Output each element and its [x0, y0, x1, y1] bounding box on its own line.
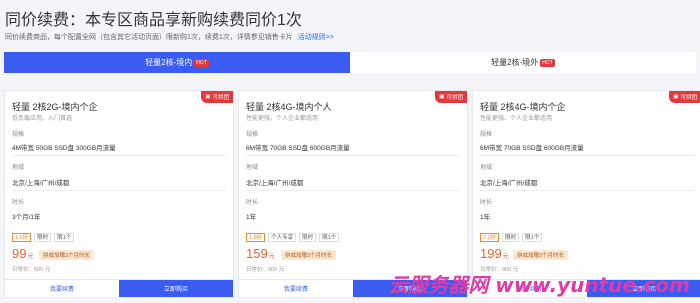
product-card: ▣ 可拼团 轻量 2核4G-境内个企 性能更强，个人企业都适用 规格 6M带宽 …: [472, 90, 700, 298]
region-label: 地域: [12, 165, 25, 171]
group-buy-badge: ▣ 可拼团: [669, 91, 700, 103]
discount-tag: 1.8折: [246, 233, 266, 242]
tab-domestic[interactable]: 轻量2核-境内 HOT: [4, 52, 350, 73]
region-value: 北京/上海/广州/成都: [12, 180, 70, 187]
region-value: 北京/上海/广州/成都: [480, 180, 538, 187]
buy-button[interactable]: 立即购买: [119, 280, 233, 297]
region-label: 地域: [480, 165, 493, 171]
page-title: 同价续费：本专区商品享新购续费同价1次: [5, 12, 302, 29]
group-buy-label: 可拼团: [212, 95, 229, 101]
duration-label: 时长: [246, 200, 259, 206]
hot-badge: HOT: [194, 58, 209, 67]
promo-badge: 拼成加赠3个月时长: [281, 250, 337, 260]
tag: 限1个: [319, 233, 340, 242]
tag: 限1个: [54, 233, 75, 242]
divider: [12, 190, 226, 191]
tag-list: 2.2折 限时 限1个: [480, 233, 545, 242]
tab-label: 轻量2核-境外: [491, 58, 539, 67]
product-card: ▣ 可拼团 轻量 2核4G-境内个人 性能更强，个人企业都适用 规格 6M带宽 …: [238, 90, 468, 298]
price-unit: 元: [27, 254, 34, 260]
price-unit: 元: [268, 254, 275, 260]
discount-tag: 2.2折: [480, 233, 500, 242]
card-actions: 我要续费 立即购买: [5, 279, 233, 297]
group-buy-label: 可拼团: [446, 95, 463, 101]
tag-list: 1.6折 限时 限1个: [12, 233, 77, 242]
product-desc: 性能更强，个人企业都适用: [480, 116, 553, 122]
spec-value: 4M带宽 50GB SSD盘 300GB月流量: [12, 145, 116, 152]
price: 159元: [246, 246, 275, 261]
region-tabs: 轻量2核-境内 HOT 轻量2核-境外 HOT: [4, 52, 696, 73]
original-price: 日常价：600 元: [12, 267, 51, 273]
price-unit: 元: [502, 254, 509, 260]
tag: 个人专享: [268, 233, 297, 242]
spec-value: 6M带宽 70GB SSD盘 600GB月流量: [246, 145, 350, 152]
price: 99元: [12, 246, 33, 261]
renew-button[interactable]: 我要续费: [5, 280, 119, 297]
divider: [480, 190, 694, 191]
tag-list: 1.8折 个人专享 限时 限1个: [246, 233, 342, 242]
duration-value[interactable]: 1年: [246, 211, 256, 221]
price-value: 159: [246, 246, 268, 261]
rules-link[interactable]: 活动规则>>: [298, 34, 334, 41]
spec-label: 规格: [12, 132, 25, 138]
product-card: ▣ 可拼团 轻量 2核2G-境内个企 低负载应用，入门首选 规格 4M带宽 50…: [4, 90, 234, 298]
tag: 限1个: [522, 233, 543, 242]
region-value: 北京/上海/广州/成都: [246, 180, 304, 187]
tag: 限时: [34, 233, 52, 242]
tag: 限时: [502, 233, 520, 242]
price: 199元: [480, 246, 509, 261]
hot-badge: HOT: [540, 58, 555, 67]
tab-label: 轻量2核-境内: [145, 58, 193, 67]
price-value: 199: [480, 246, 502, 261]
spec-value: 6M带宽 70GB SSD盘 600GB月流量: [480, 145, 584, 152]
group-buy-badge: ▣ 可拼团: [201, 91, 233, 103]
group-buy-label: 可拼团: [680, 95, 697, 101]
duration-label: 时长: [12, 200, 25, 206]
promo-badge: 拼成加赠3个月时长: [39, 250, 95, 260]
product-name: 轻量 2核4G-境内个企: [480, 102, 566, 112]
original-price: 日常价：900 元: [246, 267, 285, 273]
promo-badge: 拼成加赠3个月时长: [513, 250, 569, 260]
product-desc: 性能更强，个人企业都适用: [246, 116, 319, 122]
renew-button[interactable]: 我要续费: [239, 280, 353, 297]
duration-value[interactable]: 3个月/1年: [12, 211, 41, 221]
duration-label: 时长: [480, 200, 493, 206]
tab-overseas[interactable]: 轻量2核-境外 HOT: [350, 52, 696, 73]
group-buy-badge: ▣ 可拼团: [435, 91, 467, 103]
price-value: 99: [12, 246, 27, 261]
subtitle-text: 同价续费商品，每个配置全网（包含其它活动页面）限新购1次，续费1次，详情参见销售…: [5, 34, 293, 41]
product-name: 轻量 2核2G-境内个企: [12, 102, 98, 112]
discount-tag: 1.6折: [12, 233, 32, 242]
spec-label: 规格: [246, 132, 259, 138]
cart-icon: ▣: [439, 94, 445, 100]
cart-icon: ▣: [673, 94, 679, 100]
divider: [480, 155, 694, 156]
site-watermark: 云服务器网 www.yuntue.com: [388, 273, 690, 297]
product-name: 轻量 2核4G-境内个人: [246, 102, 332, 112]
region-label: 地域: [246, 165, 259, 171]
product-desc: 低负载应用，入门首选: [12, 116, 73, 122]
duration-value[interactable]: 1年: [480, 211, 490, 221]
divider: [246, 190, 460, 191]
spec-label: 规格: [480, 132, 493, 138]
cart-icon: ▣: [205, 94, 211, 100]
page-subtitle: 同价续费商品，每个配置全网（包含其它活动页面）限新购1次，续费1次，详情参见销售…: [5, 32, 334, 42]
tag: 限时: [299, 233, 317, 242]
divider: [246, 155, 460, 156]
divider: [12, 155, 226, 156]
